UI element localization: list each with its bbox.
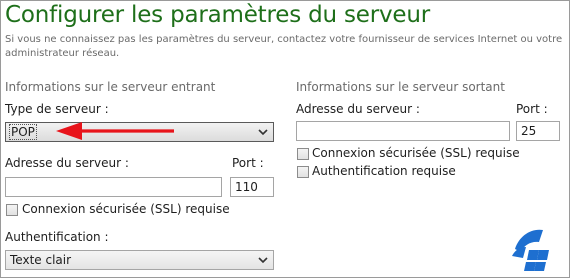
incoming-address-input[interactable]	[5, 177, 222, 197]
incoming-port-input[interactable]: 110	[230, 177, 274, 197]
chevron-down-icon	[258, 257, 268, 264]
chevron-down-icon	[258, 129, 268, 136]
auth-label: Authentification :	[5, 230, 109, 244]
server-type-label: Type de serveur :	[5, 102, 109, 116]
outgoing-auth-label: Authentification requise	[312, 164, 456, 178]
incoming-section-title: Informations sur le serveur entrant	[5, 80, 216, 94]
outgoing-section-title: Informations sur le serveur sortant	[296, 80, 505, 94]
outgoing-port-label: Port :	[516, 102, 548, 116]
auth-select[interactable]: Texte clair	[5, 250, 274, 270]
windows-logo-icon	[512, 229, 549, 271]
outgoing-auth-checkbox[interactable]	[297, 166, 309, 178]
outgoing-ssl-label: Connexion sécurisée (SSL) requise	[312, 146, 520, 160]
auth-value: Texte clair	[10, 253, 72, 267]
page-title: Configurer les paramètres du serveur	[5, 2, 430, 28]
outgoing-address-input[interactable]	[296, 121, 510, 141]
red-arrow-annotation	[56, 122, 174, 140]
outgoing-port-input[interactable]: 25	[516, 121, 560, 141]
page-subtitle: Si vous ne connaissez pas les paramètres…	[5, 34, 563, 59]
server-type-value: POP	[9, 124, 37, 140]
incoming-ssl-checkbox[interactable]	[6, 204, 18, 216]
incoming-ssl-label: Connexion sécurisée (SSL) requise	[22, 202, 230, 216]
outgoing-address-label: Adresse du serveur :	[296, 102, 420, 116]
incoming-address-label: Adresse du serveur :	[5, 156, 129, 170]
outgoing-ssl-checkbox[interactable]	[297, 148, 309, 160]
incoming-port-label: Port :	[232, 156, 264, 170]
